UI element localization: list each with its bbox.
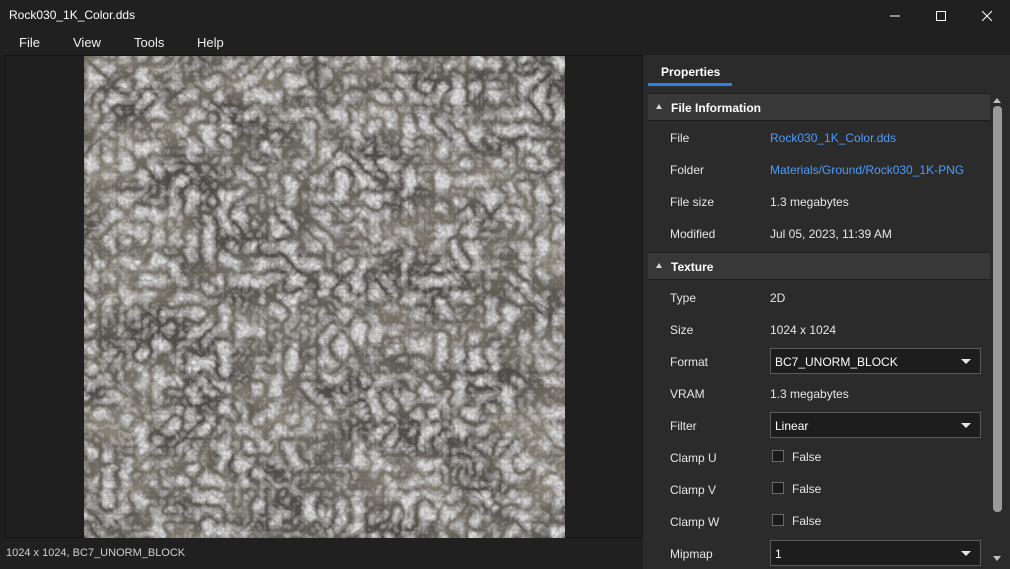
collapse-arrow-icon[interactable]	[656, 263, 662, 268]
properties-panel: Properties File Information File Rock030…	[643, 55, 1010, 569]
filter-dropdown[interactable]: Linear	[770, 412, 981, 438]
close-button[interactable]	[964, 0, 1010, 31]
tab-properties[interactable]: Properties	[661, 65, 720, 79]
filter-selected: Linear	[775, 419, 809, 433]
menu-tools[interactable]: Tools	[134, 35, 164, 50]
format-selected: BC7_UNORM_BLOCK	[775, 355, 898, 369]
clamp-w-value: False	[792, 514, 822, 528]
close-icon	[982, 10, 992, 21]
prop-label-filter: Filter	[670, 419, 697, 433]
clamp-w-checkbox[interactable]	[772, 514, 784, 526]
menu-bar: File View Tools Help	[0, 31, 1010, 55]
title-bar: Rock030_1K_Color.dds	[0, 0, 1010, 31]
chevron-down-icon	[961, 359, 971, 364]
scroll-thumb[interactable]	[993, 106, 1002, 512]
clamp-v-checkbox[interactable]	[772, 482, 784, 494]
scroll-up-icon[interactable]	[993, 98, 1001, 103]
window-title: Rock030_1K_Color.dds	[9, 8, 136, 22]
file-name-link[interactable]: Rock030_1K_Color.dds	[770, 131, 896, 145]
prop-label-clamp-v: Clamp V	[670, 483, 717, 497]
prop-label-clamp-u: Clamp U	[670, 451, 717, 465]
type-value: 2D	[770, 291, 786, 305]
clamp-u-checkbox[interactable]	[772, 450, 784, 462]
chevron-down-icon	[961, 423, 971, 428]
status-bar: 1024 x 1024, BC7_UNORM_BLOCK	[0, 538, 643, 569]
minimize-icon	[890, 15, 900, 16]
clamp-v-value: False	[792, 482, 822, 496]
section-file-information[interactable]: File Information	[648, 93, 990, 121]
prop-label-folder: Folder	[670, 163, 705, 177]
folder-link[interactable]: Materials/Ground/Rock030_1K-PNG	[770, 163, 964, 177]
prop-label-type: Type	[670, 291, 697, 305]
maximize-icon	[936, 10, 946, 21]
vram-value: 1.3 megabytes	[770, 387, 849, 401]
scroll-down-icon[interactable]	[993, 556, 1001, 561]
prop-label-file-size: File size	[670, 195, 715, 209]
size-value: 1024 x 1024	[770, 323, 837, 337]
properties-scrollbar[interactable]	[990, 92, 1005, 569]
section-texture[interactable]: Texture	[648, 252, 990, 280]
prop-label-clamp-w: Clamp W	[670, 515, 720, 529]
minimize-button[interactable]	[872, 0, 918, 31]
mipmap-selected: 1	[775, 547, 782, 561]
menu-view[interactable]: View	[73, 35, 101, 50]
status-text: 1024 x 1024, BC7_UNORM_BLOCK	[6, 547, 186, 559]
section-label: Texture	[671, 260, 714, 274]
texture-viewer[interactable]	[5, 55, 643, 538]
maximize-button[interactable]	[918, 0, 964, 31]
collapse-arrow-icon[interactable]	[656, 104, 662, 109]
prop-label-size: Size	[670, 323, 694, 337]
texture-preview[interactable]	[84, 56, 565, 538]
clamp-u-value: False	[792, 450, 822, 464]
prop-label-modified: Modified	[670, 227, 716, 241]
file-size-value: 1.3 megabytes	[770, 195, 849, 209]
format-dropdown[interactable]: BC7_UNORM_BLOCK	[770, 348, 981, 374]
prop-label-format: Format	[670, 355, 709, 369]
prop-label-vram: VRAM	[670, 387, 705, 401]
menu-file[interactable]: File	[19, 35, 40, 50]
prop-label-file: File	[670, 131, 690, 145]
mipmap-dropdown[interactable]: 1	[770, 540, 981, 566]
modified-value: Jul 05, 2023, 11:39 AM	[770, 227, 892, 241]
tab-underline	[648, 83, 732, 86]
rock-texture-image	[84, 56, 565, 538]
prop-label-mipmap: Mipmap	[670, 547, 713, 561]
chevron-down-icon	[961, 551, 971, 556]
section-label: File Information	[671, 101, 761, 115]
property-grid: File Information File Rock030_1K_Color.d…	[648, 92, 990, 569]
menu-help[interactable]: Help	[197, 35, 224, 50]
